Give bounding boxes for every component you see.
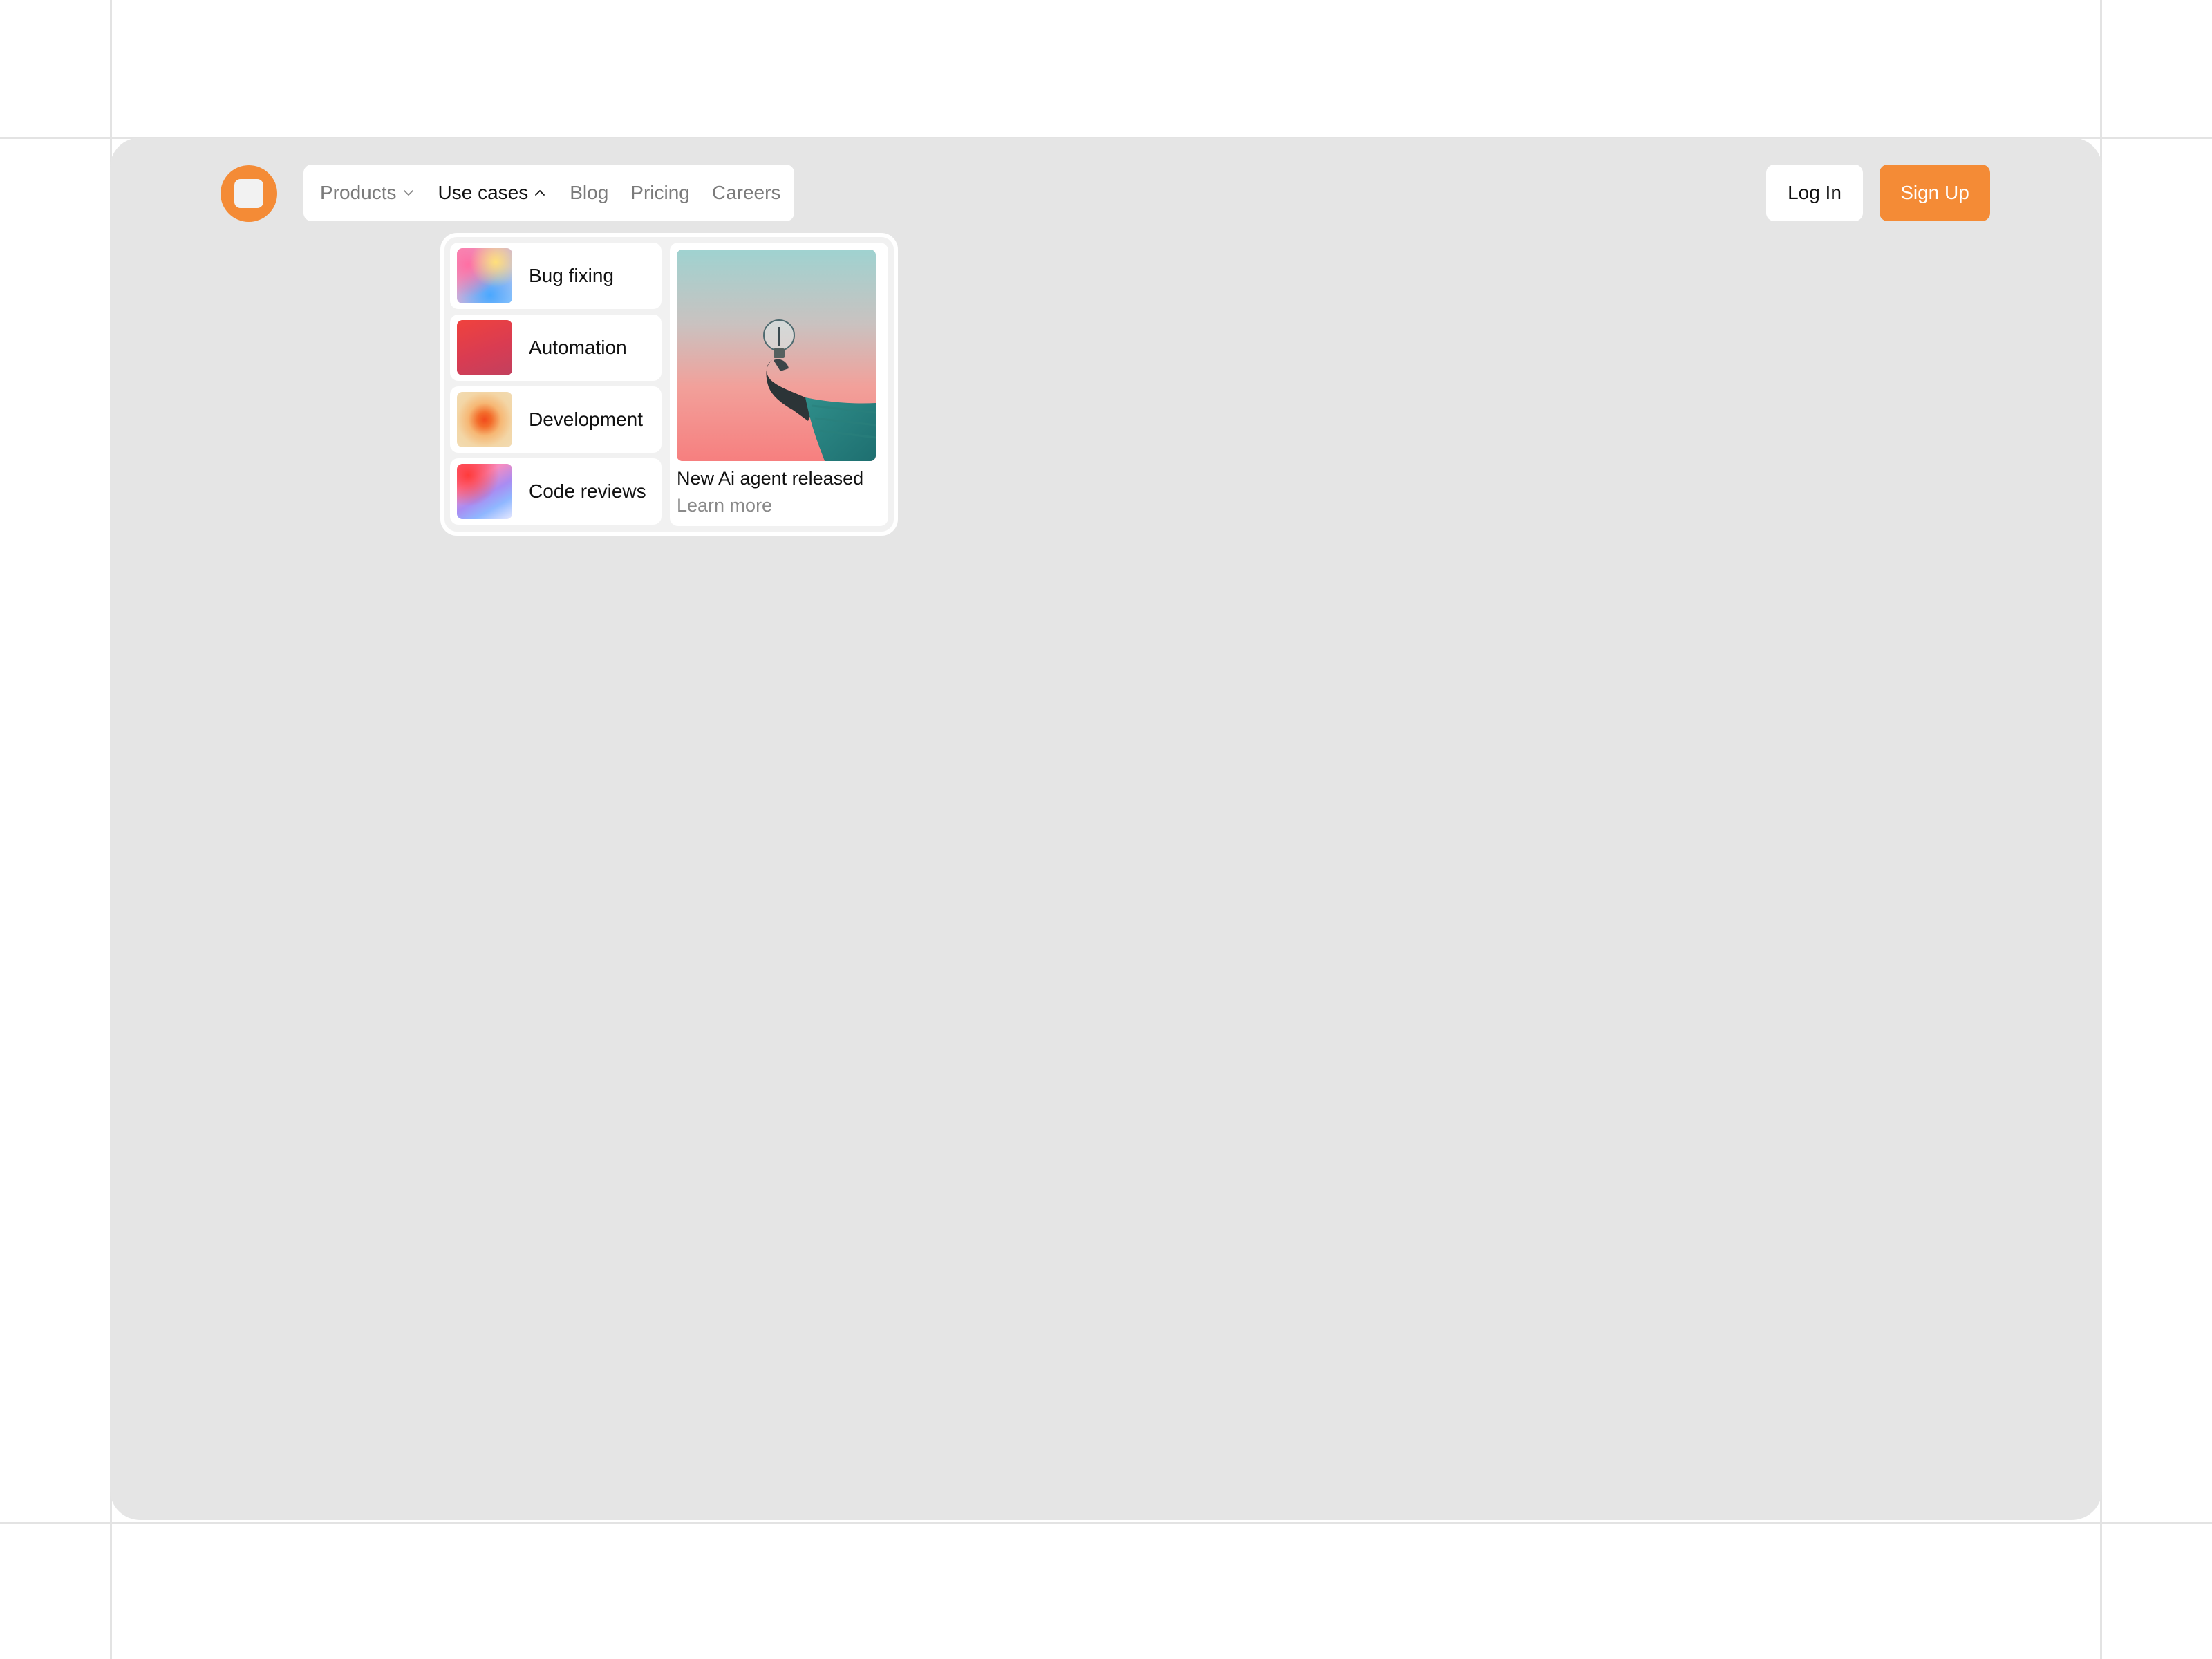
nav-item-blog[interactable]: Blog <box>570 182 608 204</box>
featured-card-title: New Ai agent released <box>677 468 864 489</box>
use-case-label: Code reviews <box>529 480 646 502</box>
use-case-label: Development <box>529 409 643 430</box>
nav-item-careers[interactable]: Careers <box>712 182 781 204</box>
nav-item-pricing[interactable]: Pricing <box>630 182 690 204</box>
use-case-code-reviews[interactable]: Code reviews <box>450 458 662 525</box>
main-nav: Products Use cases Blog Pricing Careers <box>303 165 794 221</box>
logo[interactable] <box>221 165 277 222</box>
use-case-label: Automation <box>529 337 627 358</box>
chevron-down-icon <box>403 190 413 196</box>
login-button[interactable]: Log In <box>1766 165 1863 221</box>
nav-item-label: Pricing <box>630 182 690 203</box>
bug-fixing-thumbnail-icon <box>457 248 512 303</box>
learn-more-link[interactable]: Learn more <box>677 495 881 516</box>
use-case-bug-fixing[interactable]: Bug fixing <box>450 243 662 309</box>
signup-button[interactable]: Sign Up <box>1880 165 1990 221</box>
code-reviews-thumbnail-icon <box>457 464 512 519</box>
nav-item-label: Careers <box>711 182 781 203</box>
nav-item-use-cases[interactable]: Use cases <box>438 182 548 204</box>
nav-item-label: Use cases <box>438 182 529 203</box>
page-frame: Products Use cases Blog Pricing Careers … <box>110 138 2102 1520</box>
use-case-label: Bug fixing <box>529 265 614 286</box>
nav-item-products[interactable]: Products <box>320 182 416 204</box>
logo-mark <box>234 179 263 208</box>
development-thumbnail-icon <box>457 392 512 447</box>
use-case-development[interactable]: Development <box>450 386 662 453</box>
featured-card-image <box>677 250 876 461</box>
use-case-automation[interactable]: Automation <box>450 315 662 381</box>
use-cases-list: Bug fixing Automation Development Code r… <box>450 243 662 526</box>
chevron-up-icon <box>535 190 545 196</box>
automation-thumbnail-icon <box>457 320 512 375</box>
nav-item-label: Blog <box>570 182 609 203</box>
nav-item-label: Products <box>320 182 397 203</box>
use-cases-dropdown: Bug fixing Automation Development Code r… <box>440 233 898 536</box>
featured-card[interactable]: New Ai agent released Learn more <box>670 243 888 526</box>
guide-line-bottom <box>0 1522 2212 1524</box>
